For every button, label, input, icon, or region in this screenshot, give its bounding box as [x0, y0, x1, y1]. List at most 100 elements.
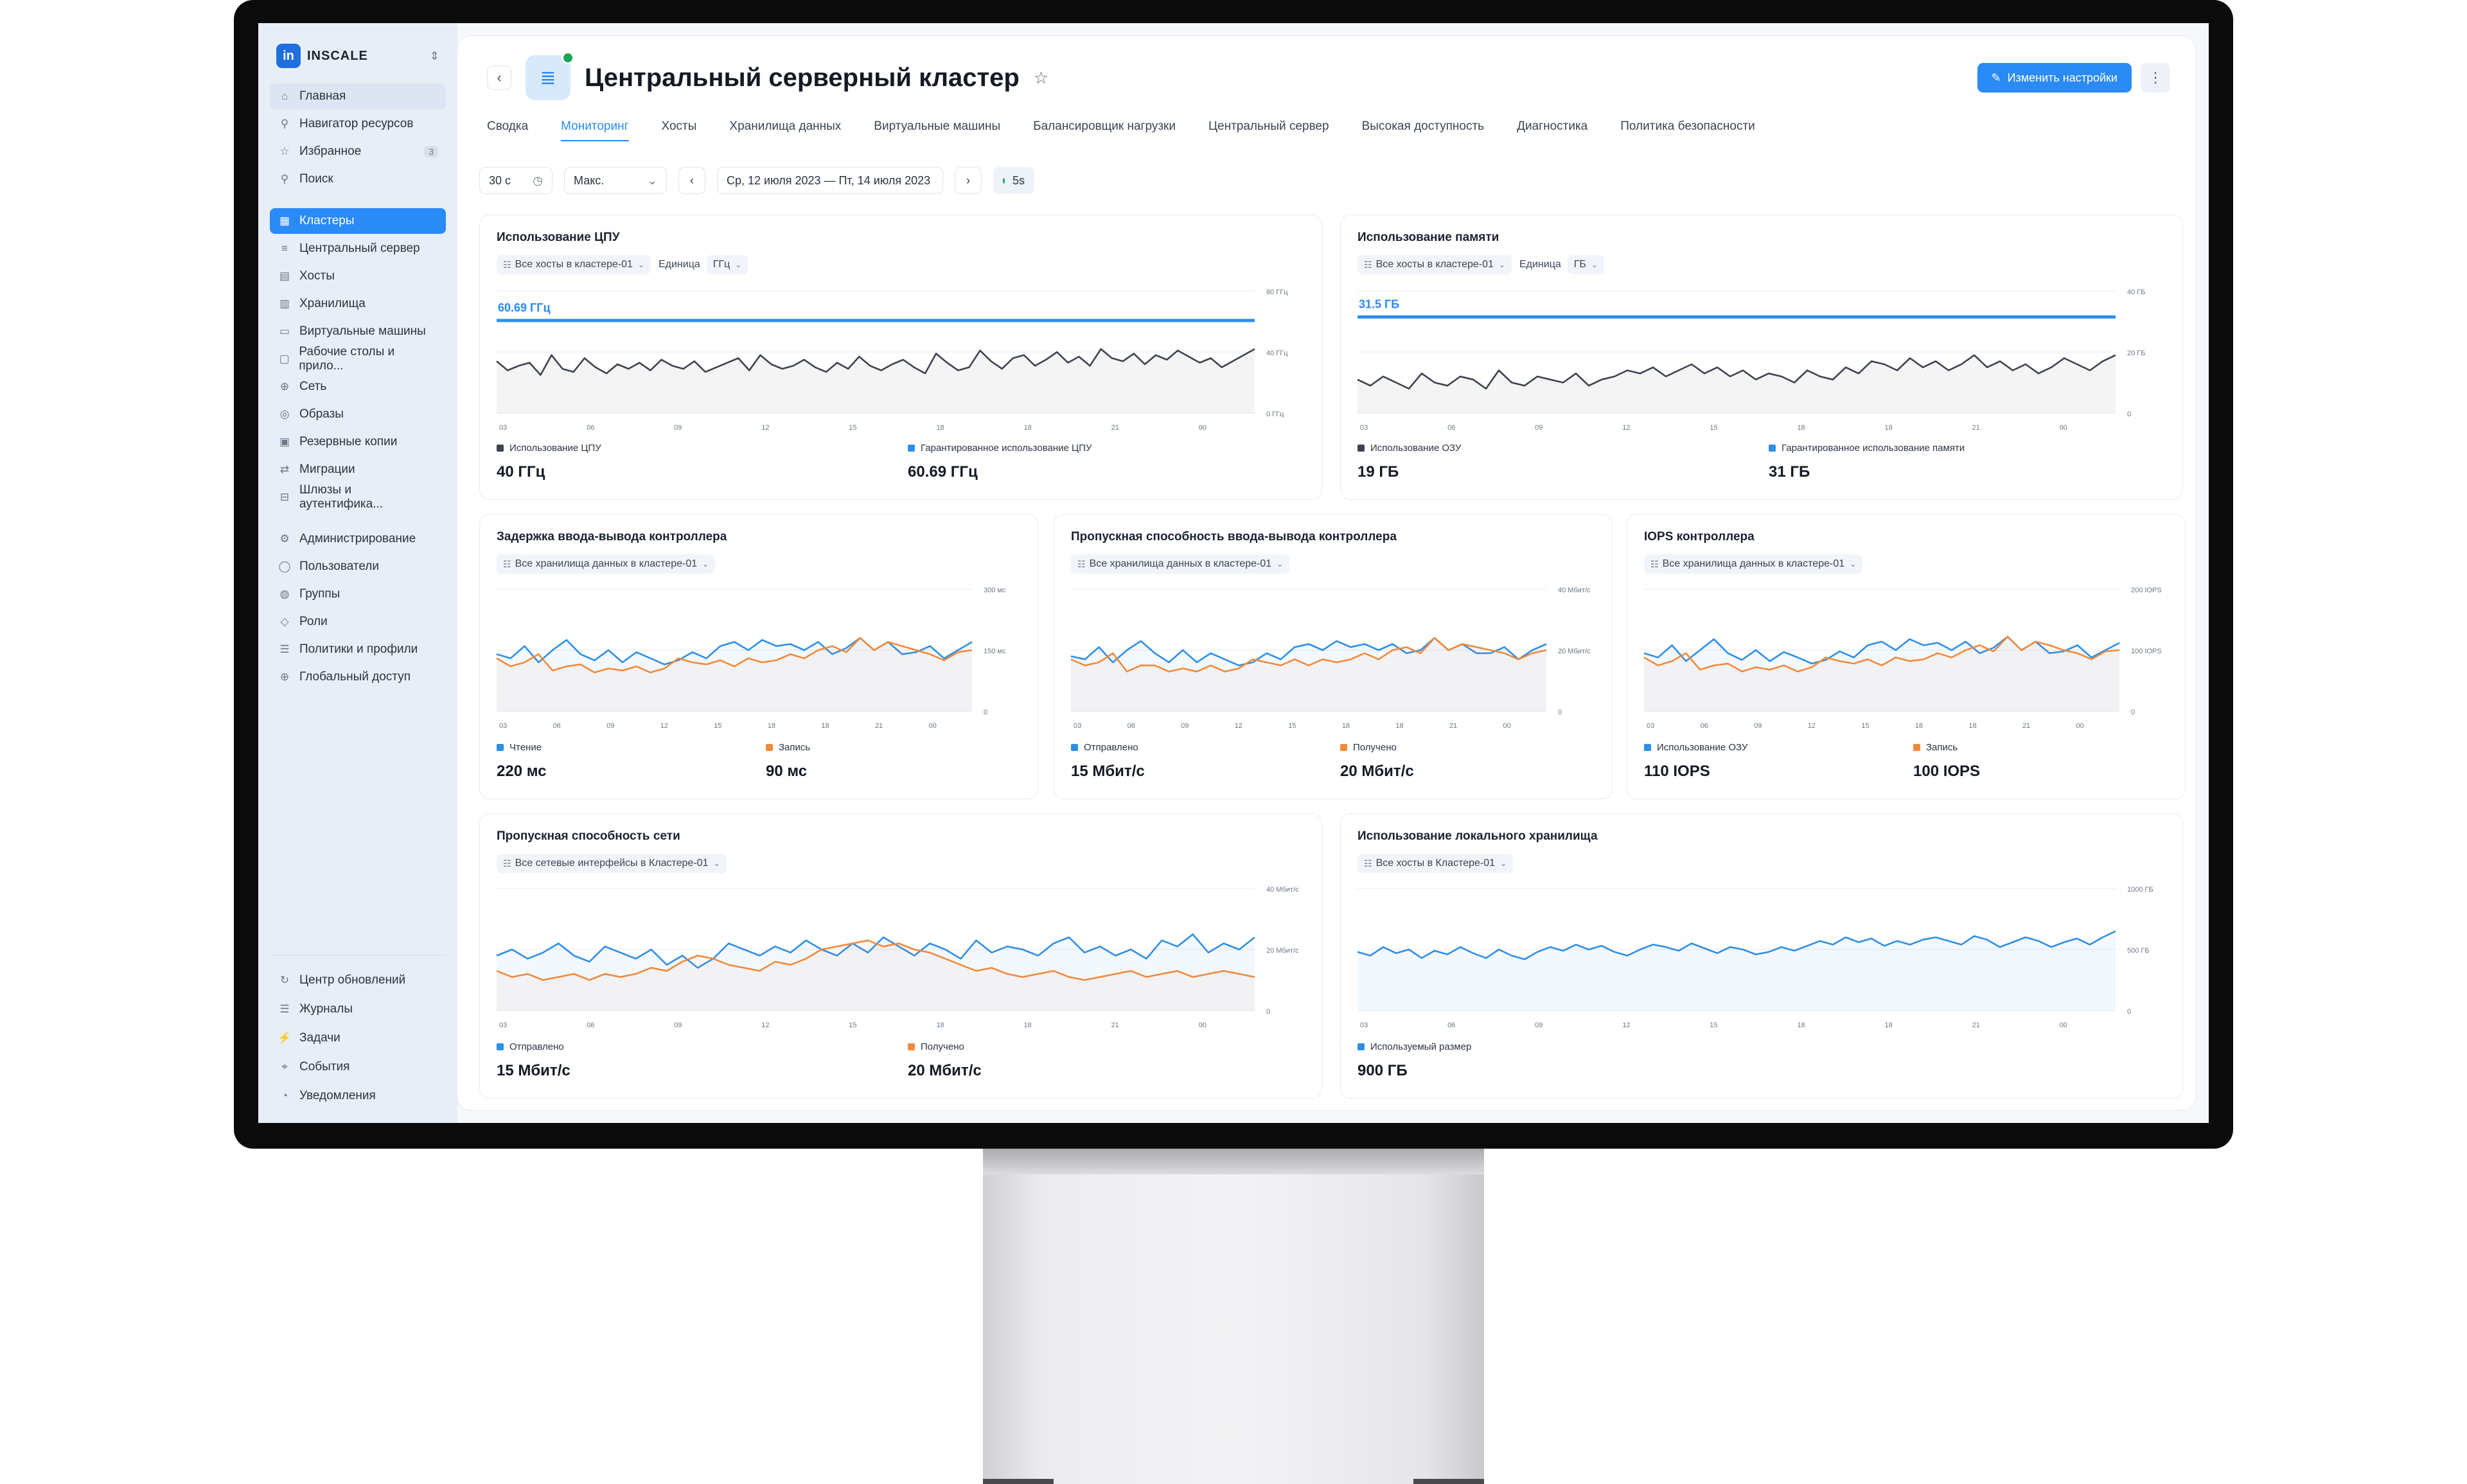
sidebar-item-policies[interactable]: ☰ Политики и профили	[270, 637, 446, 662]
status-dot	[561, 51, 574, 64]
sidebar-item-desktops[interactable]: ▢ Рабочие столы и прило...	[270, 345, 446, 373]
unit-label: Единица	[658, 259, 700, 270]
sidebar-item-label: Виртуальные машины	[299, 324, 426, 338]
sidebar-item-vms[interactable]: ▭ Виртуальные машины	[270, 319, 446, 344]
legend-label: Получено	[921, 1041, 964, 1052]
sidebar-item-gateways[interactable]: ⊟ Шлюзы и аутентифика...	[270, 483, 446, 511]
x-tick-label: 18	[1342, 722, 1350, 730]
x-tick-label: 00	[2060, 1021, 2067, 1029]
tab-6[interactable]: Центральный сервер	[1208, 119, 1329, 141]
sidebar-item-favorites[interactable]: ☆ Избранное 3	[270, 139, 446, 164]
sidebar-item-tasks[interactable]: ⚡ Задачи	[270, 1025, 446, 1052]
sidebar-item-roles[interactable]: ◇ Роли	[270, 609, 446, 635]
event-icon: ⌖	[281, 1061, 288, 1073]
x-tick-label: 09	[674, 1021, 682, 1029]
sidebar-item-users[interactable]: ◯ Пользователи	[270, 554, 446, 579]
x-tick-label: 03	[1360, 424, 1368, 432]
back-button[interactable]: ‹	[487, 66, 511, 90]
disk-icon: ◎	[279, 408, 290, 420]
x-tick-label: 15	[849, 424, 856, 432]
list-icon: ☷	[503, 259, 511, 270]
auto-refresh-toggle[interactable]: 5s	[993, 167, 1034, 194]
brand[interactable]: in INSCALE ⇕	[270, 41, 446, 71]
database-icon: ≣	[540, 67, 556, 89]
x-tick-label: 15	[1288, 722, 1296, 730]
date-range-picker[interactable]: Ср, 12 июля 2023 — Пт, 14 июля 2023	[717, 167, 943, 194]
sidebar-item-label: Глобальный доступ	[299, 670, 411, 684]
x-tick-label: 18	[1024, 1021, 1032, 1029]
sidebar-item-home[interactable]: ⌂ Главная	[270, 84, 446, 109]
legend-label: Использование ЦПУ	[509, 443, 601, 454]
scope-select[interactable]: ☷ Все хранилища данных в кластере-01 ⌄	[1071, 554, 1290, 574]
x-tick-label: 03	[1647, 722, 1654, 730]
edit-settings-button[interactable]: ✎ Изменить настройки	[1977, 63, 2132, 93]
tab-2[interactable]: Хосты	[662, 119, 697, 141]
scope-value: Все хранилища данных в кластере-01	[515, 558, 698, 569]
sidebar-item-resource-navigator[interactable]: ⚲ Навигатор ресурсов	[270, 111, 446, 137]
sidebar-item-storages[interactable]: ▥ Хранилища	[270, 291, 446, 317]
legend-label: Использование ОЗУ	[1370, 443, 1462, 454]
favorite-star-icon[interactable]: ☆	[1034, 68, 1048, 88]
sidebar-item-events[interactable]: ⌖ События	[270, 1054, 446, 1081]
sidebar-item-search[interactable]: ⚲ Поиск	[270, 166, 446, 192]
sidebar-item-label: Шлюзы и аутентифика...	[299, 483, 384, 511]
tab-5[interactable]: Балансировщик нагрузки	[1033, 119, 1176, 141]
prev-period-button[interactable]: ‹	[678, 167, 705, 194]
range-select[interactable]: Макс. ⌄	[564, 167, 667, 194]
scope-select[interactable]: ☷ Все сетевые интерфейсы в Кластере-01 ⌄	[497, 854, 727, 873]
reference-label: 60.69 ГГц	[498, 301, 551, 314]
refresh-value: 5s	[1012, 173, 1025, 187]
sidebar-item-groups[interactable]: ◍ Группы	[270, 581, 446, 607]
unit-select[interactable]: ГБ ⌄	[1567, 255, 1604, 274]
x-tick-label: 18	[1797, 1021, 1805, 1029]
scope-select[interactable]: ☷ Все хосты в кластере-01 ⌄	[1357, 255, 1512, 274]
x-tick-label: 21	[1449, 722, 1457, 730]
more-options-button[interactable]: ⋮	[2141, 63, 2170, 93]
scope-select[interactable]: ☷ Все хранилища данных в кластере-01 ⌄	[497, 554, 716, 574]
sidebar-item-central-server[interactable]: ≡ Центральный сервер	[270, 236, 446, 261]
legend-value: 220 мс	[497, 763, 547, 780]
x-tick-label: 00	[1199, 1021, 1207, 1029]
legend-swatch	[1913, 744, 1920, 751]
x-tick-label: 18	[1885, 1021, 1893, 1029]
unit-select[interactable]: ГГц ⌄	[706, 255, 748, 274]
sidebar-item-logs[interactable]: ☰ Журналы	[270, 996, 446, 1023]
sidebar-item-notifications[interactable]: ◔ Уведомления	[270, 1082, 446, 1109]
sidebar-item-images[interactable]: ◎ Образы	[270, 402, 446, 427]
legend-item: Использование ЦПУ	[497, 443, 601, 454]
legend-value: 19 ГБ	[1357, 463, 1399, 481]
scope-value: Все сетевые интерфейсы в Кластере-01	[515, 858, 709, 869]
x-tick-label: 09	[674, 424, 682, 432]
sidebar-item-global-access[interactable]: ⊕ Глобальный доступ	[270, 664, 446, 690]
chart-title: Пропускная способность ввода-вывода конт…	[1071, 530, 1397, 543]
tab-1[interactable]: Мониторинг	[561, 119, 629, 141]
sidebar-item-migrations[interactable]: ⇄ Миграции	[270, 457, 446, 482]
sidebar-item-hosts[interactable]: ▤ Хосты	[270, 263, 446, 289]
tab-4[interactable]: Виртуальные машины	[874, 119, 1000, 141]
sidebar-item-administration[interactable]: ⚙ Администрирование	[270, 526, 446, 552]
scope-select[interactable]: ☷ Все хранилища данных в кластере-01 ⌄	[1644, 554, 1863, 574]
monitor-stand	[983, 1149, 1484, 1484]
interval-select[interactable]: 30 с ◷	[479, 167, 553, 194]
scope-value: Все хосты в Кластере-01	[1375, 858, 1496, 869]
y-tick-label: 0	[2127, 1008, 2131, 1016]
page-title: Центральный серверный кластер	[585, 63, 1020, 92]
scope-select[interactable]: ☷ Все хосты в Кластере-01 ⌄	[1357, 854, 1514, 873]
scope-select[interactable]: ☷ Все хосты в кластере-01 ⌄	[497, 255, 651, 274]
tab-7[interactable]: Высокая доступность	[1362, 119, 1485, 141]
list-icon: ☷	[1077, 558, 1086, 569]
sidebar-item-network[interactable]: ⊕ Сеть	[270, 374, 446, 400]
next-period-button[interactable]: ›	[955, 167, 982, 194]
tab-0[interactable]: Сводка	[487, 119, 528, 141]
chart-title: Использование ЦПУ	[497, 231, 620, 244]
list-icon: ☷	[1650, 558, 1659, 569]
tab-8[interactable]: Диагностика	[1517, 119, 1587, 141]
sidebar-item-clusters[interactable]: ▦ Кластеры	[270, 208, 446, 234]
tab-3[interactable]: Хранилища данных	[729, 119, 841, 141]
y-tick-label: 150 мс	[984, 648, 1006, 655]
tab-9[interactable]: Политика безопасности	[1620, 119, 1755, 141]
legend-item: Получено	[908, 1041, 964, 1052]
sidebar-item-label: Образы	[299, 407, 344, 421]
sidebar-item-backups[interactable]: ▣ Резервные копии	[270, 429, 446, 455]
sidebar-item-update-center[interactable]: ↻ Центр обновлений	[270, 967, 446, 994]
